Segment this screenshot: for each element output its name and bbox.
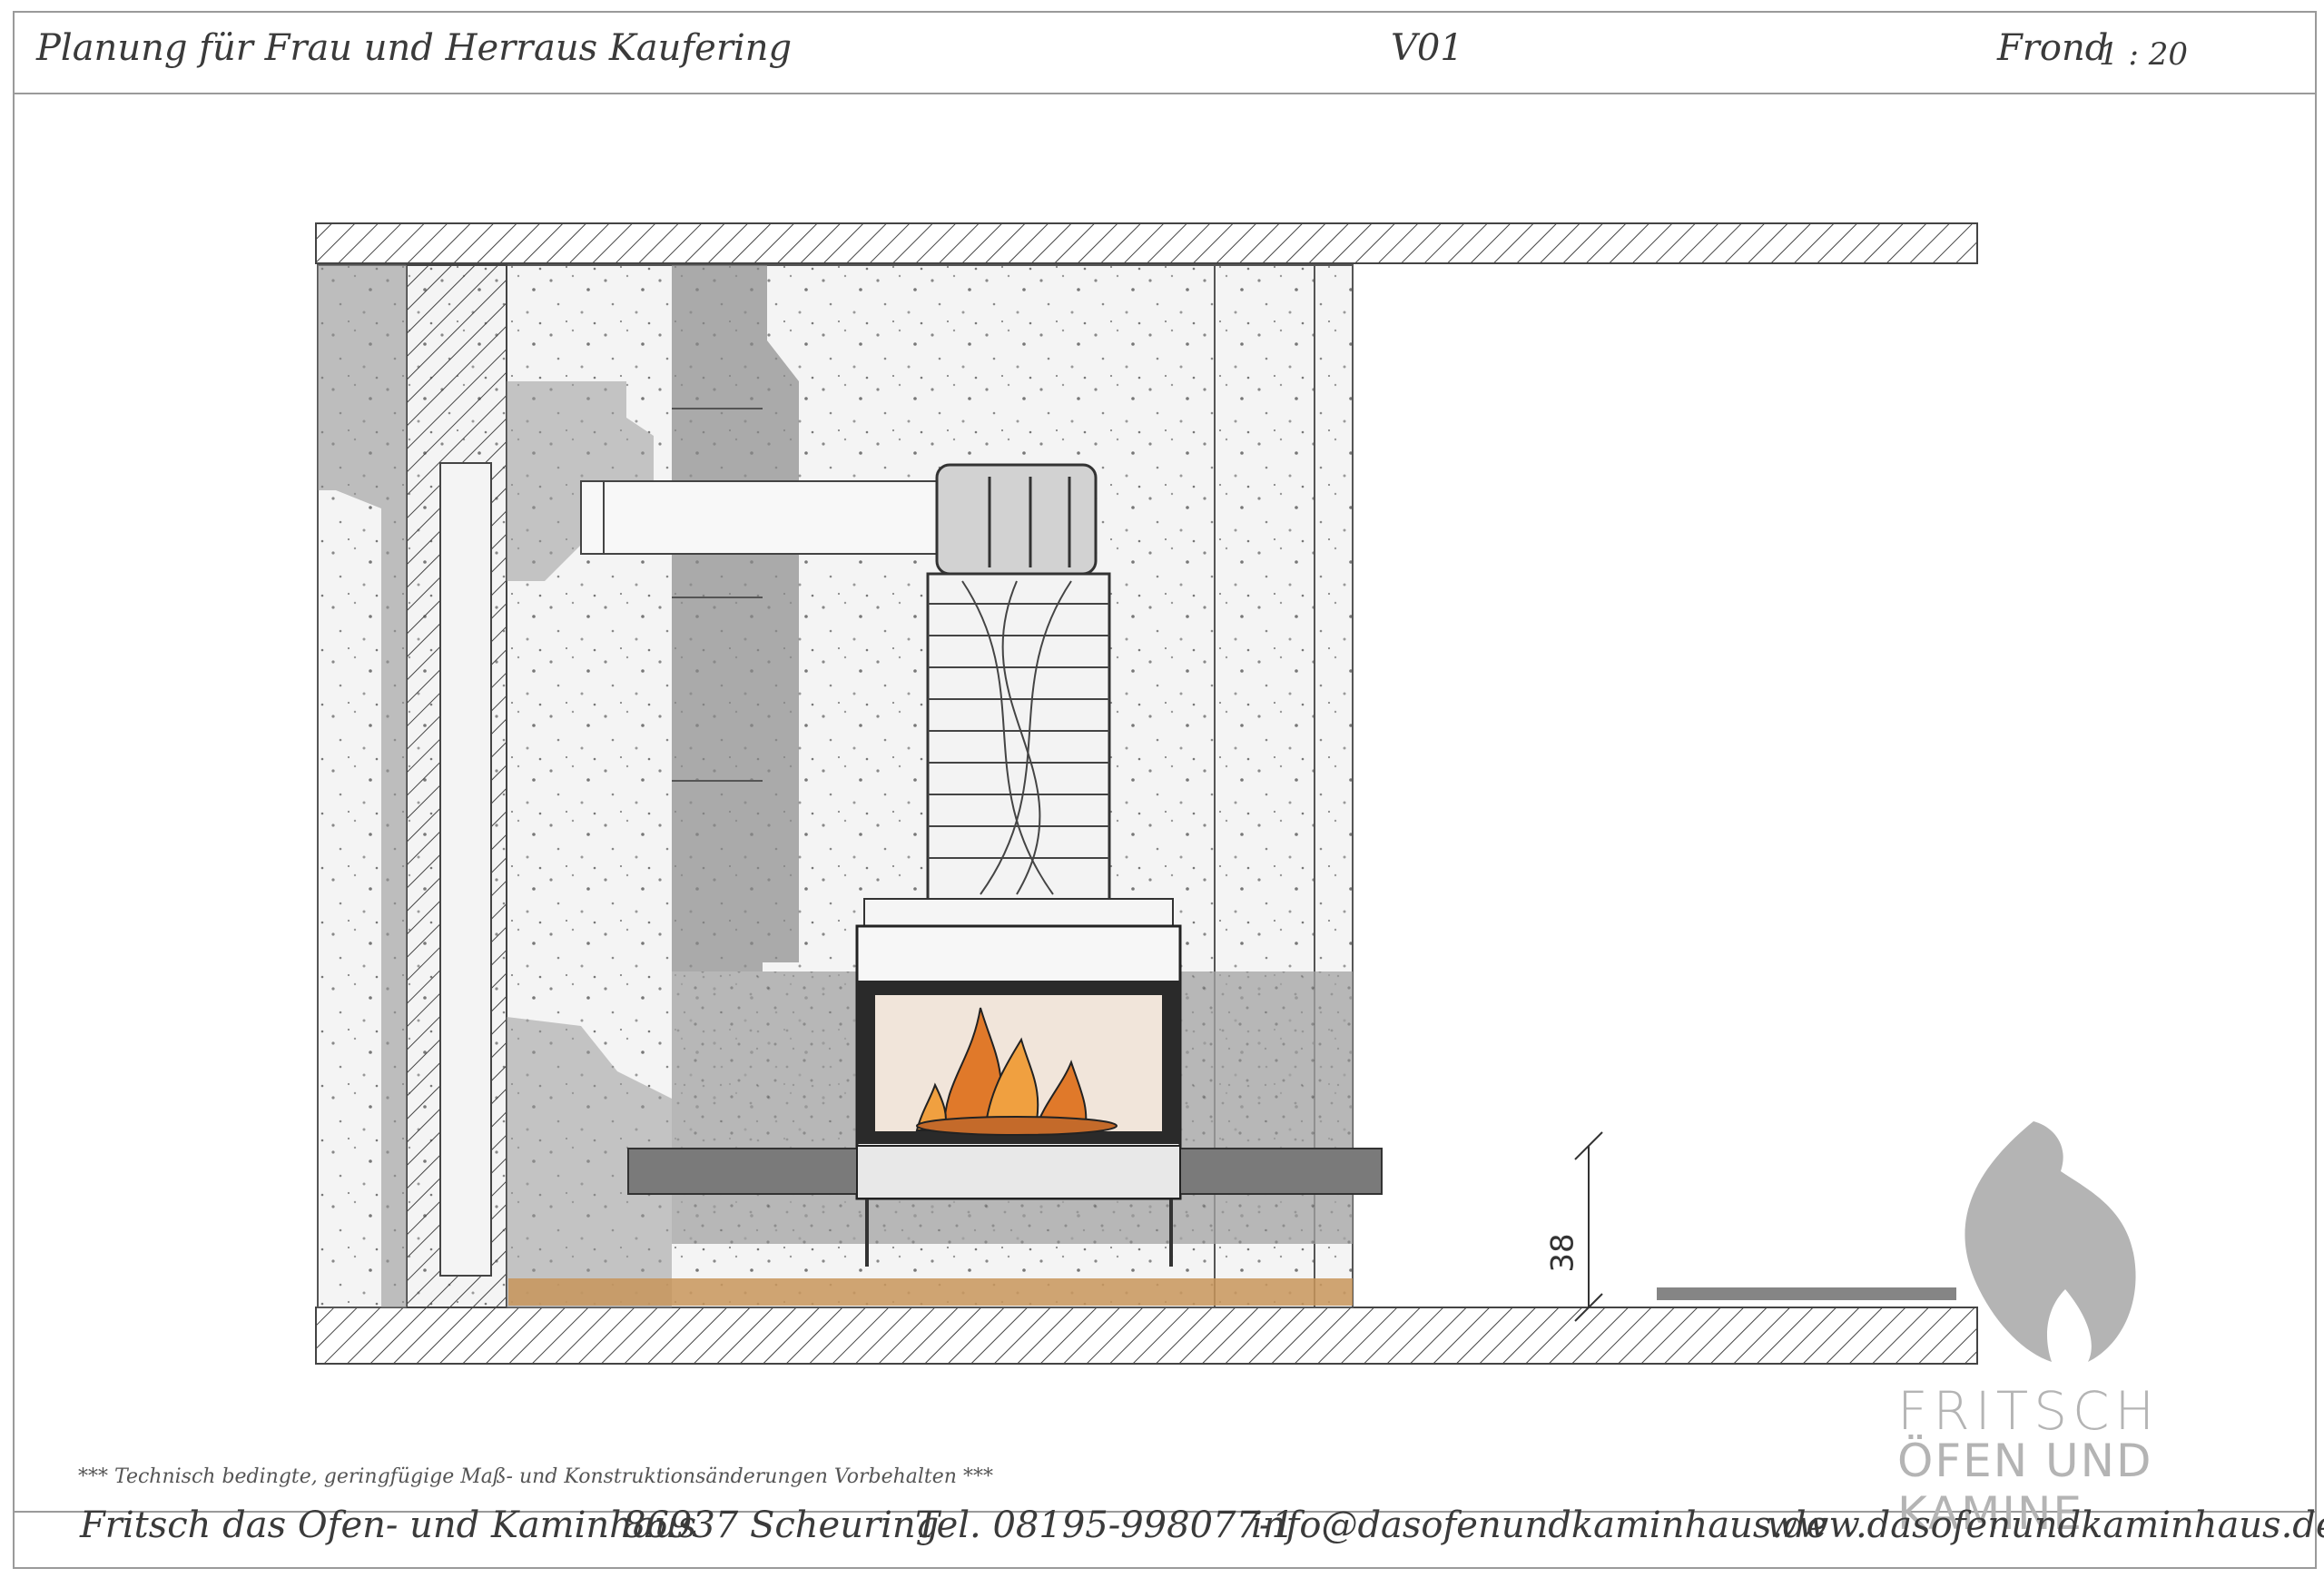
flue-pipe <box>439 462 492 1277</box>
dimension-38 <box>1574 1131 1603 1322</box>
flue-connector <box>580 480 945 555</box>
footer-company: Fritsch das Ofen- und Kaminhaus <box>80 1504 697 1546</box>
tower-cap <box>935 463 1098 576</box>
footer-email: info@dasofenundkaminhaus.de <box>1251 1504 1828 1546</box>
footer-city: 86937 Scheuring <box>623 1504 940 1546</box>
dark-column <box>672 265 799 971</box>
stove-top-plate <box>863 898 1174 927</box>
footnote: *** Technisch bedingte, geringfügige Maß… <box>78 1465 993 1488</box>
logo-flame-icon <box>1965 1121 2136 1362</box>
wood-floor-strip <box>508 1278 1353 1306</box>
dimension-label: 38 <box>1544 1233 1581 1273</box>
heat-storage-tower <box>926 572 1111 902</box>
logo-line1: FRITSCH <box>1897 1380 2161 1442</box>
ceiling-slab <box>315 222 1978 264</box>
floor-slab <box>315 1307 1978 1365</box>
footer-web: www.dasofenundkaminhaus.de <box>1767 1504 2324 1546</box>
floor-shadow-right <box>1657 1287 1956 1300</box>
footer-phone: Tel. 08195-998077-1 <box>915 1504 1295 1546</box>
fireplace-elevation-drawing <box>315 222 2136 1365</box>
